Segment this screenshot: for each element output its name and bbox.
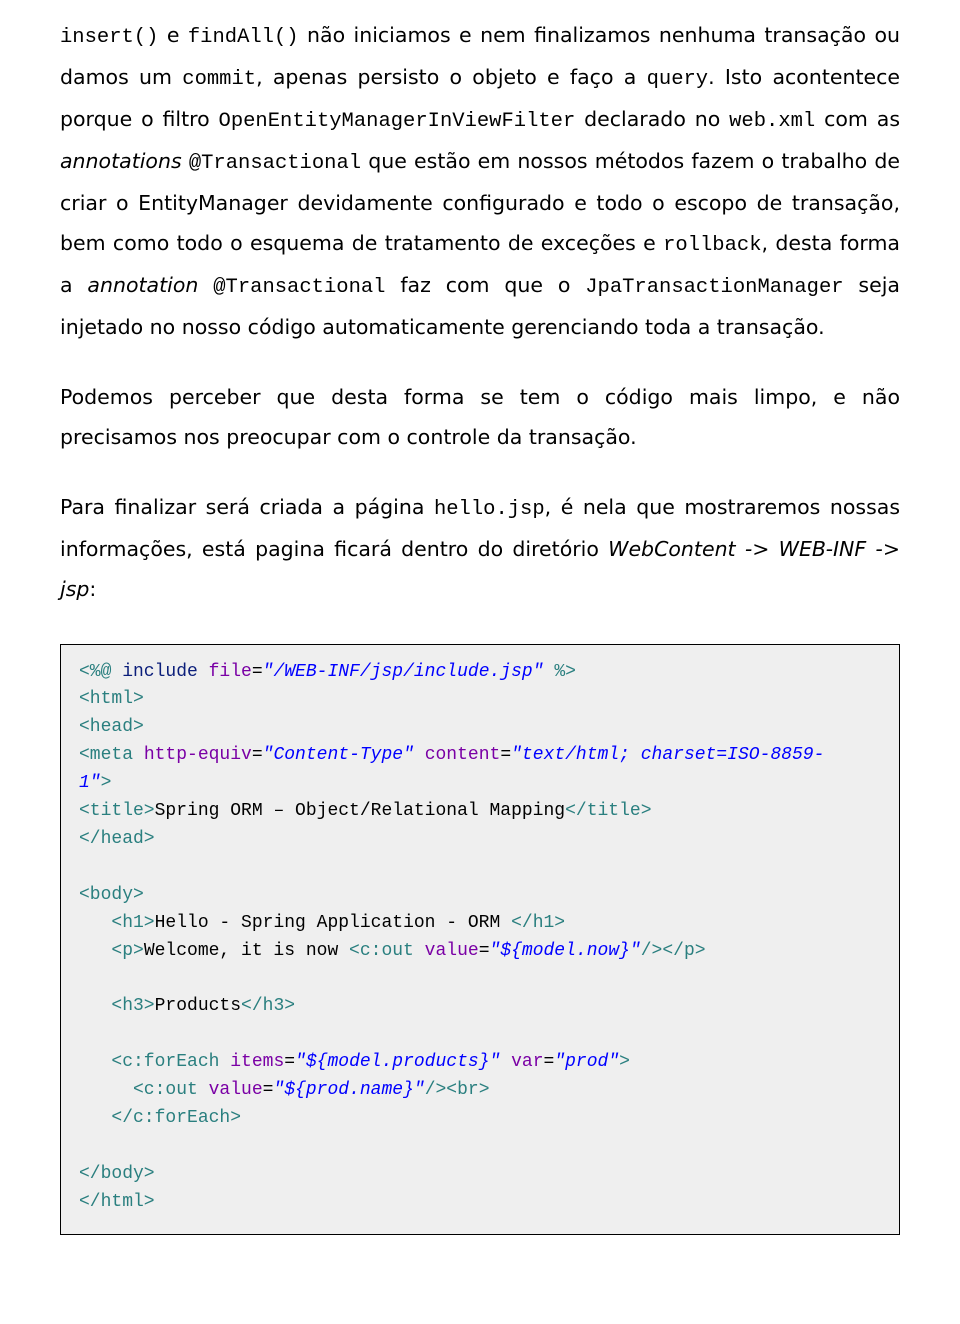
paragraph-3: Para finalizar será criada a página hell… [60, 488, 900, 610]
tok: > [101, 773, 112, 793]
tok: <h1> [79, 913, 155, 933]
tok: Welcome, it is now [144, 941, 349, 961]
text: faz com que o [385, 273, 585, 297]
code-webxml: web.xml [729, 110, 815, 133]
code-transactional: @Transactional [213, 276, 385, 299]
tok: /><br> [425, 1080, 490, 1100]
tok: <meta [79, 745, 144, 765]
tok: file [209, 662, 252, 682]
tok: %> [544, 662, 576, 682]
tok: <html> [79, 689, 144, 709]
tok: = [544, 1052, 555, 1072]
tok: <h3> [79, 996, 155, 1016]
tok: var [500, 1052, 543, 1072]
tok: </head> [79, 829, 155, 849]
tok: value [209, 1080, 263, 1100]
tok: "text/html; charset=ISO-8859- [511, 745, 824, 765]
tok: <body> [79, 885, 144, 905]
tok: = [479, 941, 490, 961]
text-italic: annotation [87, 273, 198, 297]
tok: "Content-Type" [263, 745, 414, 765]
text: com as [815, 107, 900, 131]
tok: > [619, 1052, 630, 1072]
tok: <c:out [349, 941, 425, 961]
tok: </title> [565, 801, 651, 821]
tok: <c:out [79, 1080, 209, 1100]
tok: </c:forEach> [79, 1108, 241, 1128]
tok: http-equiv [144, 745, 252, 765]
tok: "/WEB-INF/jsp/include.jsp" [263, 662, 544, 682]
tok: value [425, 941, 479, 961]
text: e [158, 23, 187, 47]
code-block: <%@ include file="/WEB-INF/jsp/include.j… [60, 644, 900, 1236]
text [182, 149, 189, 173]
tok: </html> [79, 1192, 155, 1212]
code-jpatm: JpaTransactionManager [585, 276, 843, 299]
tok: content [414, 745, 500, 765]
code-filter: OpenEntityManagerInViewFilter [219, 110, 576, 133]
code-hellojsp: hello.jsp [434, 498, 545, 521]
tok: include [111, 662, 208, 682]
tok: = [252, 745, 263, 765]
text: Para finalizar será criada a página [60, 495, 434, 519]
tok: Spring ORM – Object/Relational Mapping [155, 801, 565, 821]
code-findall: findAll() [188, 26, 299, 49]
text: : [89, 577, 96, 601]
tok: Products [155, 996, 241, 1016]
text: , apenas persisto o objeto e faço a [256, 65, 647, 89]
tok: <c:forEach [79, 1052, 230, 1072]
tok: <title> [79, 801, 155, 821]
tok: </h3> [241, 996, 295, 1016]
code-query: query [647, 68, 709, 91]
tok: = [500, 745, 511, 765]
tok: Hello - Spring Application - ORM [155, 913, 511, 933]
tok: "prod" [554, 1052, 619, 1072]
tok: = [252, 662, 263, 682]
tok: </body> [79, 1164, 155, 1184]
tok: <head> [79, 717, 144, 737]
text: declarado no [575, 107, 729, 131]
code-commit: commit [182, 68, 256, 91]
tok: 1" [79, 773, 101, 793]
code-transactional: @Transactional [189, 152, 361, 175]
code-rollback: rollback [663, 234, 761, 257]
tok: "${model.now}" [490, 941, 641, 961]
paragraph-1: insert() e findAll() não iniciamos e nem… [60, 16, 900, 348]
text-italic: annotations [60, 149, 182, 173]
tok: = [263, 1080, 274, 1100]
tok: "${model.products}" [295, 1052, 500, 1072]
tok: <%@ [79, 662, 111, 682]
code-insert: insert() [60, 26, 158, 49]
tok: /></p> [641, 941, 706, 961]
text [198, 273, 213, 297]
tok: "${prod.name}" [273, 1080, 424, 1100]
tok: <p> [79, 941, 144, 961]
tok: = [284, 1052, 295, 1072]
tok: items [230, 1052, 284, 1072]
paragraph-2: Podemos perceber que desta forma se tem … [60, 378, 900, 458]
tok: </h1> [511, 913, 565, 933]
page: insert() e findAll() não iniciamos e nem… [0, 0, 960, 1324]
